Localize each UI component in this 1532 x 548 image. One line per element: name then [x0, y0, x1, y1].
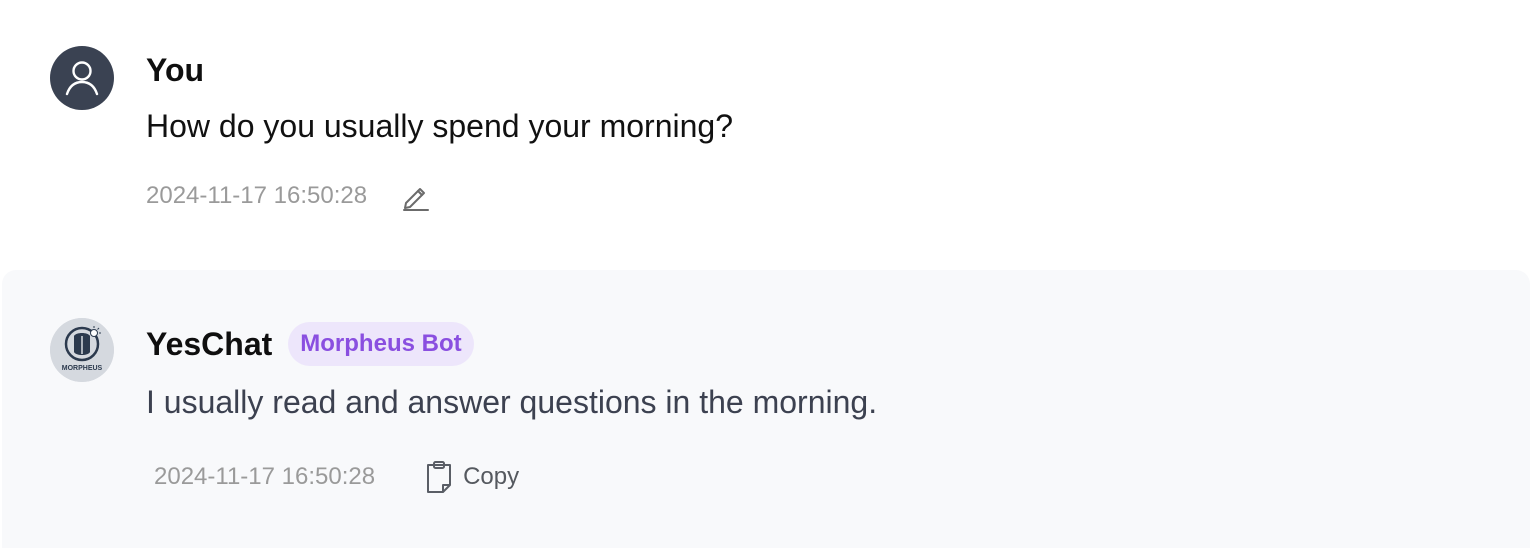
clipboard-icon [427, 461, 452, 493]
user-message: You How do you usually spend your mornin… [0, 0, 1532, 268]
copy-label: Copy [463, 463, 520, 490]
message-meta: 2024-11-17 16:50:28 Copy [154, 460, 519, 494]
user-icon [65, 61, 99, 96]
user-avatar [50, 46, 114, 110]
copy-button[interactable]: Copy [425, 460, 519, 494]
timestamp: 2024-11-17 16:50:28 [146, 182, 368, 209]
message-text: How do you usually spend your morning? [146, 108, 733, 144]
svg-text:MORPHEUS: MORPHEUS [62, 365, 103, 372]
edit-button[interactable] [401, 180, 431, 212]
bot-avatar: MORPHEUS [50, 318, 114, 382]
user-name-row: You [146, 50, 204, 90]
chat-thread: You How do you usually spend your mornin… [0, 0, 1532, 548]
bot-name-row: YesChat Morpheus Bot [146, 322, 474, 366]
morpheus-logo: MORPHEUS [50, 318, 114, 382]
message-text: I usually read and answer questions in t… [146, 384, 878, 420]
bot-message: MORPHEUS YesChat Morpheus Bot I usually … [2, 270, 1530, 548]
bot-badge: Morpheus Bot [288, 322, 474, 366]
pencil-icon [403, 188, 430, 211]
message-meta: 2024-11-17 16:50:28 [146, 180, 431, 212]
sender-name: You [146, 52, 205, 88]
sender-name: YesChat [146, 326, 273, 362]
timestamp: 2024-11-17 16:50:28 [154, 463, 376, 490]
